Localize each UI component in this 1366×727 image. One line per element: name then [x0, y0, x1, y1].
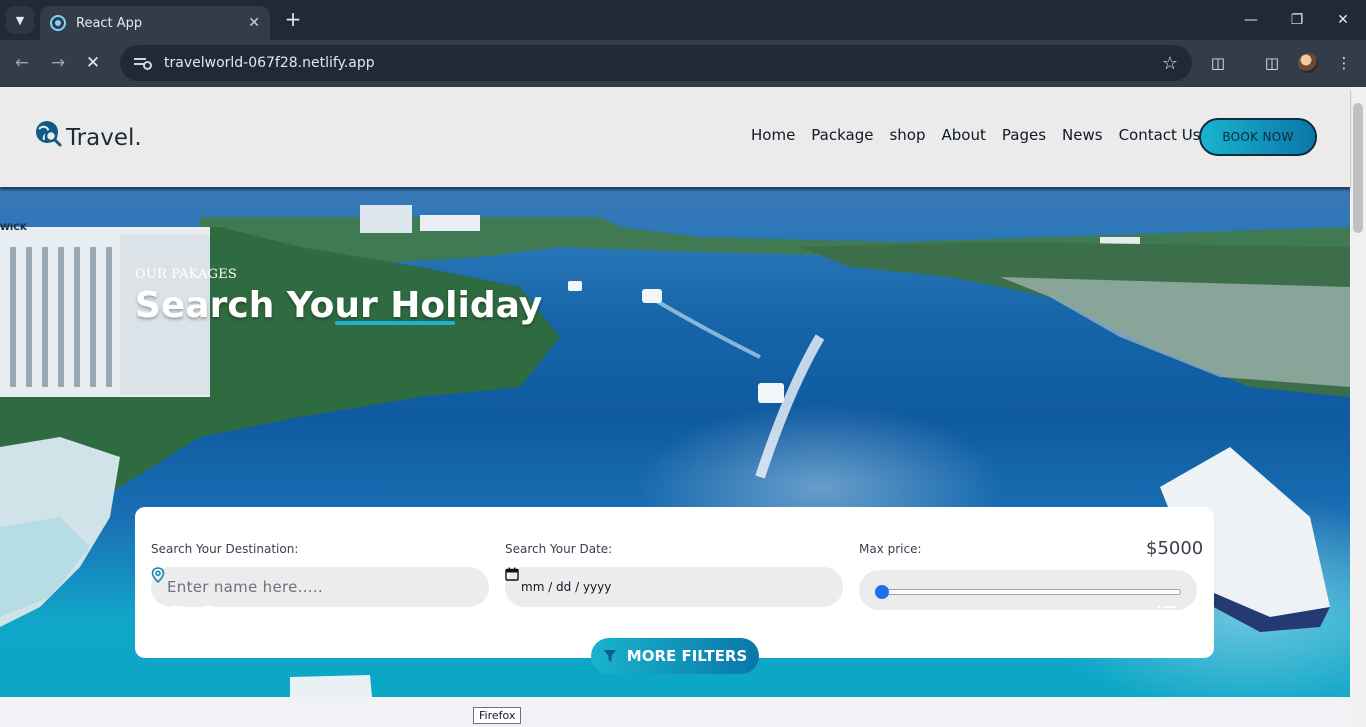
profile-avatar[interactable] [1298, 53, 1318, 73]
search-card: Search Your Destination: Enter name here… [135, 507, 1214, 658]
url-text[interactable]: travelworld-067f28.netlify.app [164, 55, 1162, 71]
scrollbar-thumb[interactable] [1353, 103, 1363, 233]
logo-text: Travel. [66, 125, 142, 151]
tab-title: React App [76, 15, 143, 31]
filter-funnel-icon [603, 649, 617, 663]
book-now-button[interactable]: BOOK NOW [1199, 118, 1317, 156]
browser-tab-bar: ▼ React App ✕ + — ❐ ✕ [0, 0, 1366, 40]
address-bar[interactable]: travelworld-067f28.netlify.app ☆ [120, 45, 1192, 81]
browser-toolbar: ← → ✕ travelworld-067f28.netlify.app ☆ ◫… [0, 40, 1366, 87]
nav-pages[interactable]: Pages [1002, 126, 1046, 144]
facebook-icon[interactable] [138, 605, 162, 629]
grid-add-icon[interactable] [1187, 605, 1211, 629]
nav-home[interactable]: Home [751, 126, 795, 144]
list-view-icon[interactable] [1157, 605, 1181, 629]
restore-icon[interactable]: ❐ [1274, 8, 1320, 32]
nav-about[interactable]: About [942, 126, 986, 144]
nav-news[interactable]: News [1062, 126, 1103, 144]
web-page: Travel. Home Package shop About Pages Ne… [0, 87, 1366, 727]
react-favicon-icon [50, 15, 66, 31]
price-slider-track[interactable] [875, 589, 1181, 595]
tooltip: Firefox [473, 707, 522, 724]
nav-package[interactable]: Package [811, 126, 873, 144]
minimize-icon[interactable]: — [1228, 8, 1274, 32]
tripadvisor-icon[interactable] [197, 605, 221, 629]
destination-input[interactable]: Enter name here..... [151, 567, 489, 607]
site-header: Travel. Home Package shop About Pages Ne… [0, 87, 1350, 187]
more-filters-button[interactable]: MORE FILTERS [591, 638, 759, 674]
destination-label: Search Your Destination: [151, 542, 299, 556]
main-nav: Home Package shop About Pages News Conta… [751, 126, 1216, 144]
price-slider-container [859, 570, 1197, 610]
hero-section: OUR PAKAGES Search Your Holiday WICK Sea… [0, 187, 1350, 697]
date-input[interactable]: mm / dd / yyyy [505, 567, 843, 607]
back-icon[interactable]: ← [11, 52, 33, 74]
stop-loading-icon[interactable]: ✕ [82, 52, 104, 74]
hero-title: Search Your Holiday [135, 285, 543, 326]
tab-close-icon[interactable]: ✕ [248, 15, 260, 31]
side-panel-icon[interactable]: ◫ [1261, 52, 1283, 74]
site-settings-icon[interactable] [134, 56, 152, 70]
site-logo[interactable]: Travel. [34, 119, 142, 151]
extensions-icon[interactable]: ◫ [1207, 52, 1229, 74]
date-label: Search Your Date: [505, 542, 613, 556]
price-label: Max price: [859, 542, 922, 556]
window-close-icon[interactable]: ✕ [1320, 8, 1366, 32]
instagram-icon[interactable] [168, 605, 192, 629]
price-slider-handle[interactable] [875, 585, 889, 599]
hero-title-underline [335, 321, 455, 325]
destination-placeholder: Enter name here..... [167, 578, 323, 596]
globe-search-icon [34, 119, 64, 149]
date-placeholder: mm / dd / yyyy [521, 580, 612, 594]
price-value: $5000 [1146, 538, 1204, 559]
page-content-area [0, 697, 1350, 727]
nav-contact[interactable]: Contact Us [1119, 126, 1201, 144]
nav-shop[interactable]: shop [889, 126, 925, 144]
browser-tab[interactable]: React App ✕ [40, 6, 270, 40]
forward-icon[interactable]: → [47, 52, 69, 74]
hero-subtitle: OUR PAKAGES [135, 267, 238, 282]
hotel-sign-text: WICK [0, 223, 27, 233]
page-scrollbar[interactable] [1350, 87, 1366, 727]
bookmark-star-icon[interactable]: ☆ [1162, 53, 1178, 74]
menu-kebab-icon[interactable]: ⋮ [1333, 52, 1355, 74]
new-tab-icon[interactable]: + [282, 8, 304, 30]
tab-search-icon[interactable]: ▼ [6, 6, 34, 34]
more-filters-label: MORE FILTERS [626, 647, 748, 665]
